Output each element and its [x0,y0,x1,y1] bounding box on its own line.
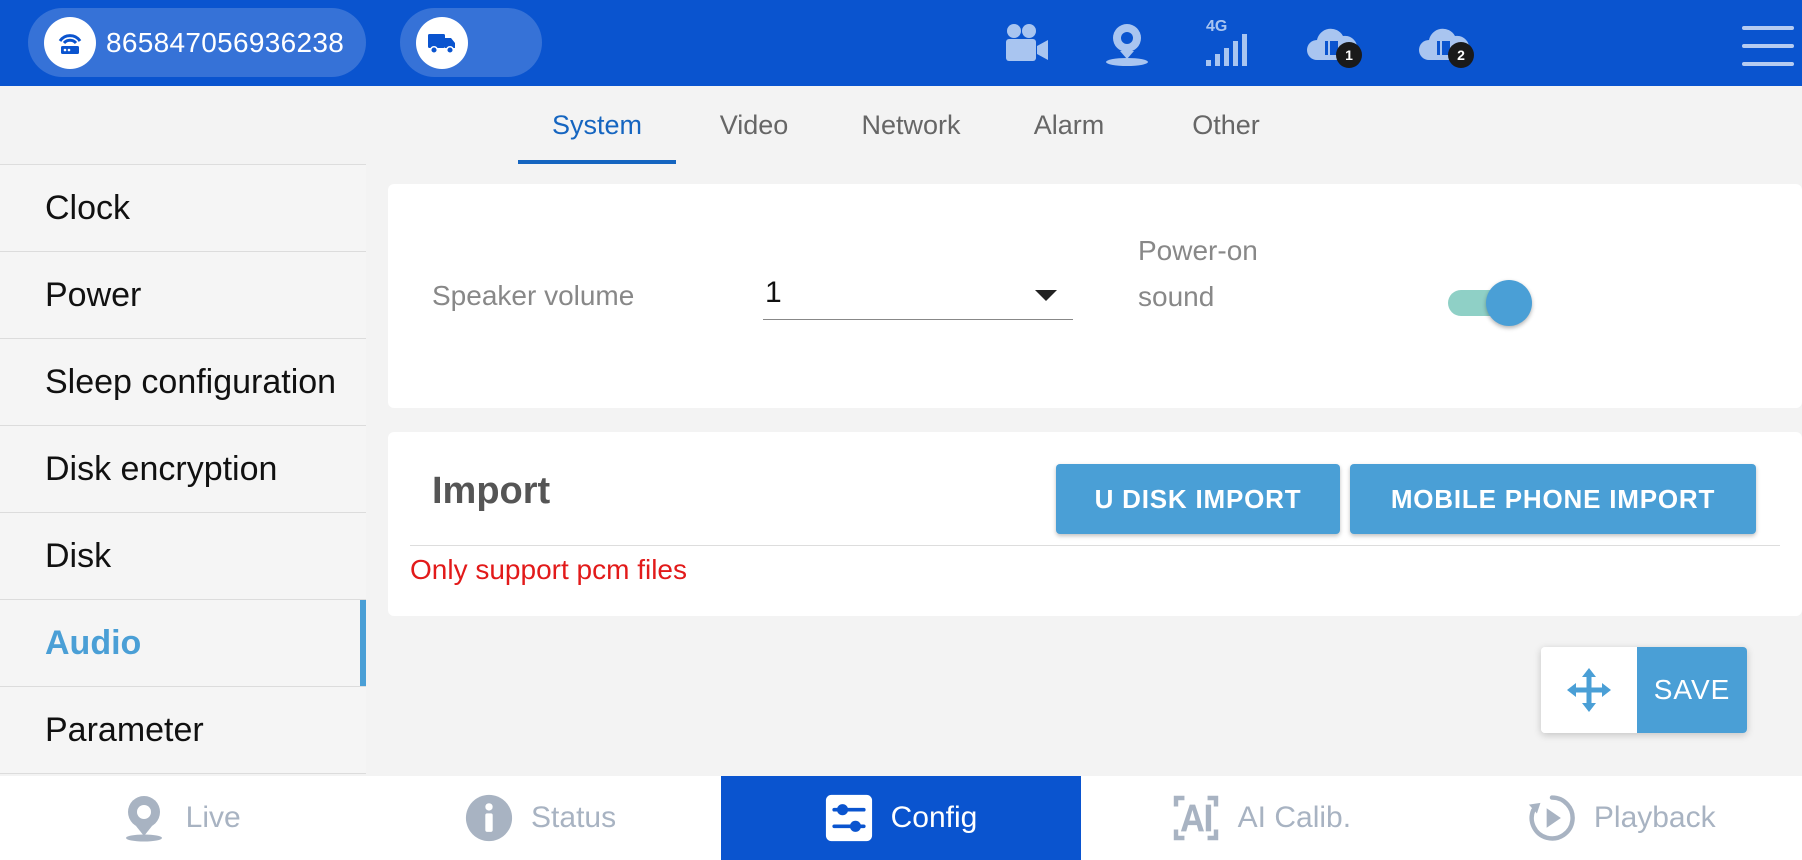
caret-down-icon [1035,290,1057,301]
import-title: Import [432,470,551,512]
audio-settings-card: Speaker volume 1 Power-on sound [388,184,1802,408]
sidebar: Clock Power Sleep configuration Disk enc… [0,164,366,776]
speaker-volume-select[interactable]: 1 [763,276,1073,320]
cloud-1-badge: 1 [1336,42,1362,68]
sidebar-item-sleep-configuration[interactable]: Sleep configuration [0,339,366,426]
import-note: Only support pcm files [410,554,687,585]
cloud-server-1-icon[interactable]: 1 [1304,18,1362,70]
nav-status-label: Status [531,801,617,834]
webcam-icon [120,794,168,842]
hamburger-menu-icon[interactable] [1742,26,1794,66]
nav-config-label: Config [890,801,978,834]
speaker-volume-value: 1 [765,276,782,309]
sidebar-item-audio[interactable]: Audio [0,600,366,687]
import-divider [410,545,1780,546]
location-webcam-icon[interactable] [1100,18,1154,70]
sidebar-item-parameter[interactable]: Parameter [0,687,366,774]
save-button[interactable]: SAVE [1637,647,1747,733]
floating-action-bar: SAVE [1541,647,1747,733]
camera-icon[interactable] [1000,18,1054,70]
bottom-navigation: Live Status Config AI Calib. Playback [0,776,1802,860]
truck-icon [416,16,468,69]
move-handle-button[interactable] [1541,647,1637,733]
nav-ai-calib[interactable]: AI Calib. [1081,776,1441,860]
cloud-server-2-icon[interactable]: 2 [1416,18,1474,70]
import-card: Import U DISK IMPORT MOBILE PHONE IMPORT… [388,432,1802,616]
tab-alarm[interactable]: Alarm [1020,86,1118,164]
nav-live[interactable]: Live [0,776,360,860]
tab-system[interactable]: System [518,86,676,164]
top-header: 865847056936238 4G 1 2 [0,0,1802,86]
tab-other[interactable]: Other [1180,86,1272,164]
speaker-volume-label: Speaker volume [432,280,635,311]
nav-ai-calib-label: AI Calib. [1237,801,1352,834]
power-on-sound-toggle[interactable] [1448,280,1532,326]
toggle-knob [1486,280,1532,326]
mobile-phone-import-button[interactable]: MOBILE PHONE IMPORT [1350,464,1756,534]
tab-network[interactable]: Network [848,86,974,164]
device-id: 865847056936238 [106,26,345,58]
config-tabs: System Video Network Alarm Other [0,86,1802,164]
router-icon [44,16,96,69]
vehicle-pill[interactable] [400,8,542,77]
signal-4g-icon: 4G [1200,18,1254,70]
tab-video[interactable]: Video [700,86,808,164]
u-disk-import-button[interactable]: U DISK IMPORT [1056,464,1340,534]
device-pill[interactable]: 865847056936238 [28,8,366,77]
sliders-icon [825,794,873,842]
sidebar-item-power[interactable]: Power [0,252,366,339]
nav-playback[interactable]: Playback [1442,776,1802,860]
nav-live-label: Live [185,801,241,834]
power-on-sound-label: Power-on sound [1138,235,1258,312]
nav-config[interactable]: Config [720,776,1082,860]
nav-status[interactable]: Status [360,776,720,860]
move-arrows-icon [1567,668,1611,712]
cloud-2-badge: 2 [1448,42,1474,68]
info-icon [465,794,513,842]
nav-playback-label: Playback [1593,801,1716,834]
sidebar-item-disk[interactable]: Disk [0,513,366,600]
sidebar-item-clock[interactable]: Clock [0,165,366,252]
ai-icon [1172,794,1220,842]
playback-icon [1528,794,1576,842]
sidebar-item-disk-encryption[interactable]: Disk encryption [0,426,366,513]
